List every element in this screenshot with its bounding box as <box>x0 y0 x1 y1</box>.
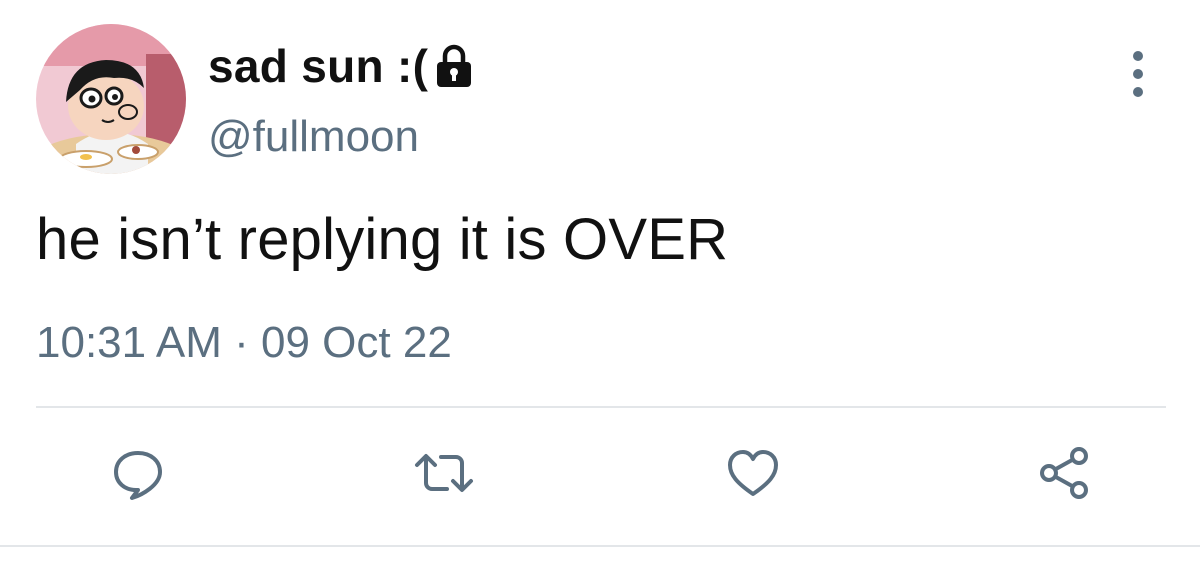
timestamp[interactable]: 10:31 AM · 09 Oct 22 <box>36 318 452 368</box>
share-icon <box>1035 443 1095 508</box>
display-name-row: sad sun :( <box>208 38 474 94</box>
lock-icon <box>434 43 474 89</box>
action-bar <box>0 440 1200 520</box>
speech-bubble-icon <box>108 443 168 508</box>
share-button[interactable] <box>1030 440 1100 510</box>
divider <box>36 406 1166 408</box>
avatar[interactable] <box>36 24 186 174</box>
retweet-icon <box>411 443 477 508</box>
more-vertical-icon[interactable] <box>1120 46 1156 102</box>
tweet-card: sad sun :( @fullmoon he isn’t replying i… <box>0 0 1200 565</box>
heart-icon <box>723 443 783 508</box>
reply-button[interactable] <box>103 440 173 510</box>
tweet-text: he isn’t replying it is OVER <box>36 207 729 272</box>
handle[interactable]: @fullmoon <box>208 112 419 162</box>
display-name[interactable]: sad sun :( <box>208 39 428 93</box>
retweet-button[interactable] <box>409 440 479 510</box>
bottom-divider <box>0 545 1200 547</box>
like-button[interactable] <box>718 440 788 510</box>
